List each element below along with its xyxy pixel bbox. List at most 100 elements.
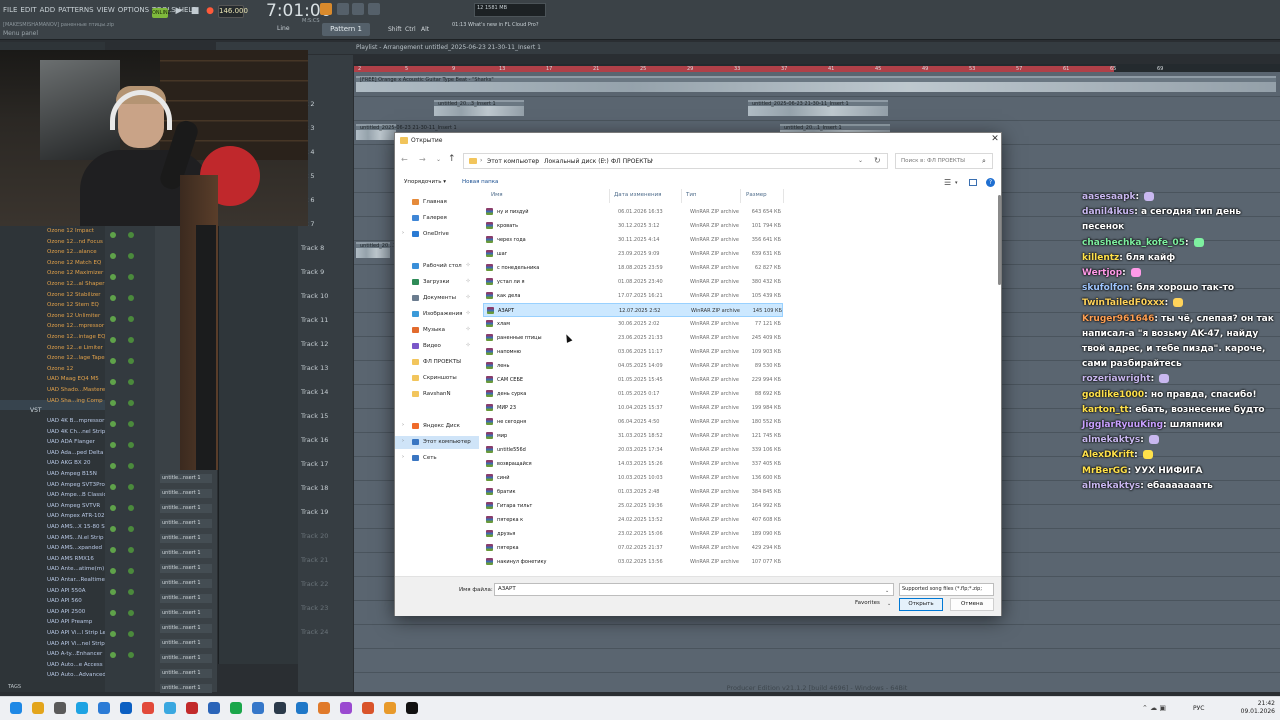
file-row[interactable]: лень 04.05.2025 14:09 WinRAR ZIP archive 89… [483, 359, 783, 373]
tags-label[interactable]: TAGS [8, 684, 21, 690]
chevron-right-icon[interactable]: › [402, 422, 404, 428]
browser-plugin-item[interactable]: UAD API Vi...nel Strip [47, 641, 105, 647]
nav-item[interactable]: Скриншоты [395, 372, 479, 385]
nav-item[interactable]: RavshanN [395, 388, 479, 401]
browser-plugin-item[interactable]: UAD Ampe...B Classic [47, 492, 107, 498]
browser-plugin-item[interactable]: Ozone 12...mpressor [47, 323, 104, 329]
nav-item[interactable]: › OneDrive [395, 228, 479, 241]
mixer-led-icon[interactable] [110, 589, 116, 595]
browser-plugin-item[interactable]: UAD Ante...atime(m) [47, 566, 104, 572]
file-row[interactable]: МИР 23 10.04.2025 15:37 WinRAR ZIP archive… [483, 401, 783, 415]
mixer-led-icon[interactable] [128, 274, 134, 280]
nav-item[interactable]: Изображения ⊹ [395, 308, 479, 321]
nav-item[interactable]: Видео ⊹ [395, 340, 479, 353]
mixer-insert-slot[interactable]: untitle...nsert 1 [160, 594, 212, 603]
browser-plugin-item[interactable]: Ozone 12 Stem EQ [47, 302, 99, 308]
taskbar-app-icon[interactable] [230, 702, 242, 714]
browser-plugin-item[interactable]: UAD Auto...e Access [47, 662, 103, 668]
file-row[interactable]: хлам 30.06.2025 2:02 WinRAR ZIP archive 77 … [483, 317, 783, 331]
mixer-led-icon[interactable] [110, 316, 116, 322]
chat-username[interactable]: karton_tt [1082, 405, 1129, 415]
mixer-led-icon[interactable] [110, 463, 116, 469]
nav-item[interactable]: Рабочий стол ⊹ [395, 260, 479, 273]
column-size[interactable]: Размер [746, 192, 767, 198]
language-indicator[interactable]: РУС [1193, 705, 1204, 712]
chat-username[interactable]: skufolfon [1082, 283, 1129, 293]
favorites-button[interactable]: Favorites [855, 600, 880, 606]
mixer-led-icon[interactable] [110, 610, 116, 616]
preview-pane-icon[interactable] [969, 179, 977, 186]
nav-item[interactable]: Главная [395, 196, 479, 209]
taskbar-app-icon[interactable] [318, 702, 330, 714]
back-arrow-icon[interactable]: ← [401, 155, 408, 164]
mixer-led-icon[interactable] [128, 379, 134, 385]
browser-plugin-item[interactable]: Ozone 12 Match EQ [47, 260, 101, 266]
browser-plugin-item[interactable]: Ozone 12 Impact [47, 228, 94, 234]
mixer-led-icon[interactable] [128, 253, 134, 259]
up-arrow-icon[interactable]: ↑ [448, 154, 456, 164]
mixer-insert-slot[interactable]: untitle...nsert 1 [160, 564, 212, 573]
mixer-insert-slot[interactable]: untitle...nsert 1 [160, 474, 212, 483]
mixer-led-icon[interactable] [110, 232, 116, 238]
system-tray-icons[interactable]: ⌃ ☁ ▣ [1142, 704, 1166, 712]
ctrl-key[interactable]: Ctrl [405, 26, 416, 33]
breadcrumb-fl-projects[interactable]: ФЛ ПРОЕКТЫ [611, 158, 652, 165]
mixer-insert-slot[interactable]: untitle...nsert 1 [160, 639, 212, 648]
nav-item[interactable]: ФЛ ПРОЕКТЫ [395, 356, 479, 369]
view-options-icon[interactable]: ☰ [944, 178, 951, 187]
mixer-led-icon[interactable] [110, 484, 116, 490]
mixer-led-icon[interactable] [110, 253, 116, 259]
file-row[interactable]: друзья 23.02.2025 15:06 WinRAR ZIP archive… [483, 527, 783, 541]
track-name[interactable]: Track 20 [301, 532, 328, 540]
file-row[interactable]: ну и пиздуй 06.01.2026 16:33 WinRAR ZIP ar… [483, 205, 783, 219]
file-row[interactable]: синй 10.03.2025 10:03 WinRAR ZIP archive 13… [483, 471, 783, 485]
search-icon[interactable]: ⌕ [982, 157, 986, 166]
file-row[interactable] [483, 569, 783, 575]
mixer-led-icon[interactable] [110, 631, 116, 637]
mixer-led-icon[interactable] [128, 358, 134, 364]
chevron-down-icon[interactable]: ⌄ [885, 586, 889, 597]
mixer-led-icon[interactable] [128, 232, 134, 238]
file-row[interactable]: с понедельника 18.08.2025 23:59 WinRAR ZIP… [483, 261, 783, 275]
browser-plugin-item[interactable]: Ozone 12 [47, 366, 73, 372]
nav-item[interactable]: › Яндекс Диск [395, 420, 479, 433]
menu-add[interactable]: ADD [40, 6, 56, 14]
cancel-button[interactable]: Отмена [950, 598, 994, 611]
browser-plugin-item[interactable]: Ozone 12 Stabilizer [47, 292, 101, 298]
chevron-down-icon[interactable]: ⌄ [887, 601, 891, 607]
file-row[interactable]: пятерка к 24.02.2025 13:52 WinRAR ZIP arch… [483, 513, 783, 527]
mixer-insert-slot[interactable]: untitle...nsert 1 [160, 624, 212, 633]
track-name[interactable]: Track 13 [301, 364, 328, 372]
chevron-right-icon[interactable]: › [402, 454, 404, 460]
nav-item[interactable]: Загрузки ⊹ [395, 276, 479, 289]
refresh-icon[interactable]: ↻ [874, 156, 881, 165]
filetype-select[interactable]: Supported song files (*.flp;*.zip; [899, 583, 994, 596]
news-panel[interactable]: 01:13 What's new in FL Cloud Pro? [452, 22, 538, 28]
mixer-led-icon[interactable] [128, 526, 134, 532]
browser-plugin-item[interactable]: UAD AMS RMX16 [47, 556, 94, 562]
vertical-scrollbar[interactable] [998, 193, 1001, 573]
file-row[interactable]: напомню 03.06.2025 11:17 WinRAR ZIP archiv… [483, 345, 783, 359]
chevron-right-icon[interactable]: › [651, 157, 653, 164]
browser-plugin-item[interactable]: Ozone 12...intage EQ [47, 334, 105, 340]
browser-plugin-item[interactable]: UAD Antar...Realtime [47, 577, 105, 583]
mixer-insert-slot[interactable]: untitle...nsert 1 [160, 519, 212, 528]
browser-plugin-item[interactable]: UAD API Vi...l Strip Le [47, 630, 106, 636]
menu-patterns[interactable]: PATTERNS [58, 6, 93, 14]
column-divider[interactable] [681, 189, 682, 203]
file-row[interactable]: накинул фонетику 03.02.2025 13:56 WinRAR Z… [483, 555, 783, 569]
taskbar-app-icon[interactable] [186, 702, 198, 714]
mixer-led-icon[interactable] [128, 484, 134, 490]
mixer-led-icon[interactable] [128, 463, 134, 469]
browser-plugin-item[interactable]: Ozone 12 Maximizer [47, 270, 103, 276]
taskbar-app-icon[interactable] [164, 702, 176, 714]
menu-options[interactable]: OPTIONS [118, 6, 149, 14]
file-row[interactable]: не сегодня 06.04.2025 4:50 WinRAR ZIP arch… [483, 415, 783, 429]
file-row[interactable]: САМ СЕБЕ 01.05.2025 15:45 WinRAR ZIP archi… [483, 373, 783, 387]
browser-plugin-item[interactable]: UAD API 2500 [47, 609, 85, 615]
file-row[interactable]: мир 31.03.2025 18:52 WinRAR ZIP archive 121… [483, 429, 783, 443]
taskbar-app-icon[interactable] [406, 702, 418, 714]
file-row[interactable]: возвращайся 14.03.2025 15:26 WinRAR ZIP ar… [483, 457, 783, 471]
chat-username[interactable]: rozeriawright [1082, 374, 1151, 384]
browser-plugin-item[interactable]: Ozone 12...nd Focus [47, 239, 103, 245]
